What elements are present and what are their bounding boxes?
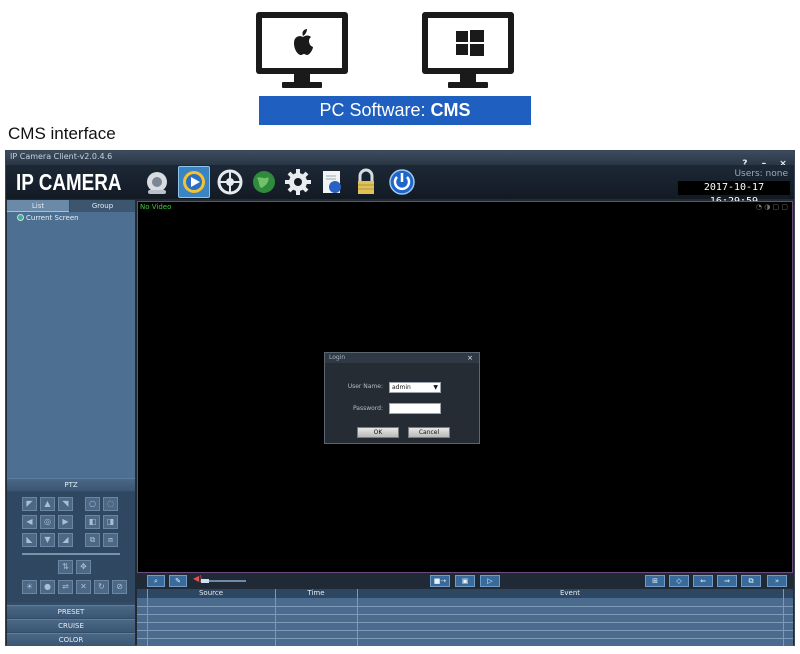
- lock-icon[interactable]: [350, 166, 382, 198]
- power-icon[interactable]: [386, 166, 418, 198]
- gear-icon[interactable]: [282, 166, 314, 198]
- playback-control-bar: ⌕ ✎ ◀) ■➝ ▣ ▷ ⊞ ◇ ⇐ ⇒ ⧉ »: [137, 574, 793, 588]
- ptz-controls: ◤ ▲ ◥ ◀ ◎ ▶ ◣ ▼ ◢ ○ ◌ ◧ ◨ ⧉ ⧈ ⇅ ✥ ☀ ● ⇌ …: [7, 492, 135, 602]
- focus-far-button[interactable]: ◨: [103, 515, 118, 529]
- previous-page-icon[interactable]: ⇐: [693, 575, 713, 587]
- video-tool-icons[interactable]: ◔ ◑ ▢ ▢: [756, 203, 788, 211]
- iris-close-button[interactable]: ⧉: [85, 533, 100, 547]
- ok-button[interactable]: OK: [357, 427, 399, 438]
- iris-open-button[interactable]: ⧈: [103, 533, 118, 547]
- main-toolbar: IP CAMERA Users: none 2017-10-17: [6, 165, 794, 207]
- ptz-settings-icon[interactable]: [214, 166, 246, 198]
- cruise-button[interactable]: CRUISE: [7, 619, 135, 632]
- chevron-down-icon: ▼: [433, 384, 438, 391]
- cancel-button[interactable]: Cancel: [408, 427, 450, 438]
- tree-item-current-screen[interactable]: Current Screen: [17, 214, 79, 222]
- login-dialog: Login × User Name: admin ▼ Password: OK C…: [324, 352, 480, 444]
- focus-near-button[interactable]: ◧: [85, 515, 100, 529]
- flip-button[interactable]: ⇌: [58, 580, 73, 594]
- column-event: Event: [559, 589, 581, 597]
- ptz-down-left-button[interactable]: ◣: [22, 533, 37, 547]
- wiper-button[interactable]: ●: [40, 580, 55, 594]
- ptz-section-button[interactable]: PTZ: [7, 478, 135, 491]
- layout-grid-icon[interactable]: ⊞: [645, 575, 665, 587]
- window-switch-icon[interactable]: ⧉: [741, 575, 761, 587]
- ptz-down-button[interactable]: ▼: [40, 533, 55, 547]
- cms-app-window: IP Camera Client-v2.0.4.6 ? – × IP CAMER…: [5, 150, 795, 646]
- windows-monitor-icon: [422, 12, 514, 88]
- play-icon[interactable]: [178, 166, 210, 198]
- color-button[interactable]: COLOR: [7, 633, 135, 646]
- section-heading: CMS interface: [8, 124, 116, 143]
- left-panel: List Group Current Screen PTZ ◤ ▲ ◥ ◀ ◎ …: [7, 200, 135, 646]
- snapshot-icon[interactable]: ▣: [455, 575, 475, 587]
- record-file-icon[interactable]: [316, 166, 348, 198]
- talk-icon[interactable]: ▷: [480, 575, 500, 587]
- globe-icon[interactable]: [248, 166, 280, 198]
- zoom-out-button[interactable]: ○: [85, 497, 100, 511]
- window-title: IP Camera Client-v2.0.4.6: [10, 152, 113, 161]
- record-icon[interactable]: ■➝: [430, 575, 450, 587]
- tab-group[interactable]: Group: [70, 200, 135, 212]
- pc-software-banner: PC Software: CMS: [259, 96, 531, 125]
- ptz-scan-button[interactable]: ✥: [76, 560, 91, 574]
- ptz-mode-button[interactable]: ⇅: [58, 560, 73, 574]
- ptz-up-button[interactable]: ▲: [40, 497, 55, 511]
- datetime-display: 2017-10-17 16:29:59: [678, 181, 790, 207]
- event-log-table: Source Time Event: [137, 589, 793, 646]
- password-field[interactable]: [389, 403, 441, 414]
- screen-node-icon: [17, 214, 24, 221]
- zoom-in-button[interactable]: ◌: [103, 497, 118, 511]
- event-table-header: Source Time Event: [137, 589, 793, 598]
- light-button[interactable]: ☀: [22, 580, 37, 594]
- next-page-icon[interactable]: ⇒: [717, 575, 737, 587]
- fullscreen-icon[interactable]: ◇: [669, 575, 689, 587]
- ptz-up-left-button[interactable]: ◤: [22, 497, 37, 511]
- ptz-down-right-button[interactable]: ◢: [58, 533, 73, 547]
- ptz-center-button[interactable]: ◎: [40, 515, 55, 529]
- volume-handle[interactable]: [201, 579, 209, 583]
- username-value: admin: [392, 384, 411, 391]
- search-icon[interactable]: ⌕: [147, 575, 165, 587]
- os-icons-row: [256, 12, 516, 92]
- apple-monitor-icon: [256, 12, 348, 88]
- login-title: Login: [325, 353, 479, 363]
- tree-item-label: Current Screen: [26, 214, 79, 222]
- mirror-button[interactable]: ✕: [76, 580, 91, 594]
- password-label: Password:: [352, 405, 383, 412]
- column-source: Source: [198, 589, 224, 597]
- column-time: Time: [307, 589, 325, 597]
- auto-scan-button[interactable]: ↻: [94, 580, 109, 594]
- video-display[interactable]: No Video ◔ ◑ ▢ ▢ Login × User Name: admi…: [137, 201, 793, 573]
- ptz-right-button[interactable]: ▶: [58, 515, 73, 529]
- camera-icon[interactable]: [142, 166, 174, 198]
- brand-logo: IP CAMERA: [16, 169, 122, 195]
- title-bar: IP Camera Client-v2.0.4.6 ? – ×: [6, 151, 794, 169]
- device-tree: Current Screen: [7, 212, 135, 478]
- apple-logo-icon: [294, 29, 313, 55]
- windows-logo-icon: [456, 30, 484, 56]
- ptz-speed-slider[interactable]: [22, 553, 120, 555]
- ptz-up-right-button[interactable]: ◥: [58, 497, 73, 511]
- microphone-icon[interactable]: ✎: [169, 575, 187, 587]
- expand-down-icon[interactable]: »: [767, 575, 787, 587]
- tab-list[interactable]: List: [7, 200, 69, 212]
- ptz-left-button[interactable]: ◀: [22, 515, 37, 529]
- preset-button[interactable]: PRESET: [7, 605, 135, 618]
- username-select[interactable]: admin ▼: [389, 382, 441, 393]
- stop-button[interactable]: ⊘: [112, 580, 127, 594]
- video-status: No Video: [140, 203, 172, 211]
- users-status: Users: none: [734, 169, 788, 179]
- username-label: User Name:: [347, 383, 383, 390]
- login-close-button[interactable]: ×: [467, 353, 473, 363]
